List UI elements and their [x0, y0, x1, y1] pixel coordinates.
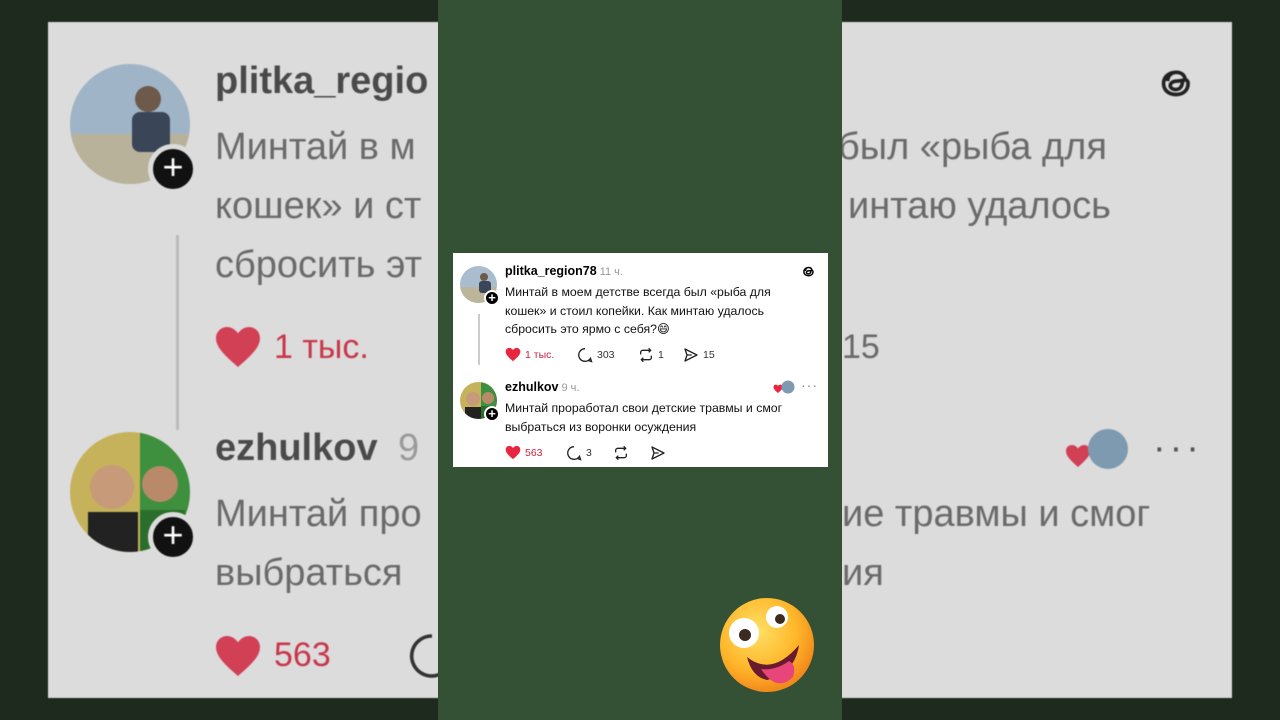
repost-icon [640, 347, 652, 363]
bg-post-line: Минтай в м [215, 126, 416, 168]
liked-by-author-icon [773, 380, 795, 394]
bg-liked-by-icon [1066, 429, 1128, 469]
reply-username[interactable]: ezhulkov [505, 380, 559, 394]
post-repost-count: 1 [658, 349, 664, 361]
bg-post-line: был «рыба для [838, 126, 1107, 168]
post-share-button[interactable]: 15 [683, 347, 715, 363]
reply-like-count: 563 [525, 446, 543, 459]
bg-reply-username: ezhulkov [215, 427, 378, 469]
reply-time: 9 ч. [561, 382, 580, 394]
reply-comment-count: 3 [586, 447, 592, 459]
bg-more-icon: ··· [1153, 427, 1203, 469]
reply-text: Минтай проработал свои детские травмы и … [505, 401, 783, 434]
reply-share-button[interactable] [650, 445, 666, 461]
bg-reply-follow-icon: + [148, 512, 198, 562]
post-username[interactable]: plitka_region78 [505, 264, 597, 278]
bg-reply-time: 9 [398, 427, 420, 469]
reply-comment-button[interactable]: 3 [566, 445, 592, 461]
post-text: Минтай в моем детстве всегда был «рыба д… [505, 285, 771, 336]
send-icon [651, 446, 665, 460]
post-like-button[interactable]: 1 тыс. [505, 347, 554, 362]
reply-repost-button[interactable] [613, 445, 629, 461]
post-follow-icon[interactable]: + [484, 290, 500, 306]
heart-icon [505, 445, 521, 460]
bg-post-follow-icon: + [148, 144, 198, 194]
threads-icon[interactable] [800, 263, 817, 280]
comment-icon [578, 348, 593, 363]
bg-threads-icon [1161, 70, 1190, 97]
heart-icon [505, 347, 521, 362]
bg-reply-like-count: 563 [274, 636, 331, 674]
bg-post-line: кошек» и ст [215, 185, 422, 227]
bg-thread-line [176, 235, 179, 430]
more-options-icon[interactable]: ··· [801, 377, 818, 393]
post-like-count: 1 тыс. [525, 348, 555, 361]
post-comment-count: 303 [597, 349, 615, 361]
bg-heart-icon [216, 327, 260, 367]
reply-header: ezhulkov 9 ч. [505, 380, 579, 394]
bg-post-username: plitka_regio [215, 60, 429, 102]
send-icon [684, 348, 698, 362]
bg-post-line: сбросить эт [215, 244, 422, 286]
bg-reply-line: Минтай про [215, 493, 422, 535]
thread-connector-line [478, 314, 480, 365]
bg-post-share-count: 15 [842, 328, 880, 366]
bg-heart-icon [216, 636, 260, 676]
post-share-count: 15 [703, 349, 715, 361]
bg-post-line: интаю удалось [848, 185, 1111, 227]
reply-follow-icon[interactable]: + [484, 406, 500, 422]
bg-reply-line: выбраться [215, 552, 403, 594]
threads-card: + plitka_region78 11 ч. Минтай в моем дет… [453, 253, 828, 467]
comment-icon [567, 446, 582, 461]
post-time: 11 ч. [599, 266, 623, 278]
bg-post-like-count: 1 тыс. [274, 328, 369, 366]
post-comment-button[interactable]: 303 [577, 347, 615, 363]
bg-reply-line: ия [842, 552, 884, 594]
post-header: plitka_region78 11 ч. [505, 264, 623, 278]
post-repost-button[interactable]: 1 [638, 347, 664, 363]
repost-icon [615, 445, 627, 461]
bg-reply-line: ие травмы и смог [842, 493, 1151, 535]
zany-face-emoji-icon [720, 598, 814, 692]
reply-like-button[interactable]: 563 [505, 445, 543, 460]
